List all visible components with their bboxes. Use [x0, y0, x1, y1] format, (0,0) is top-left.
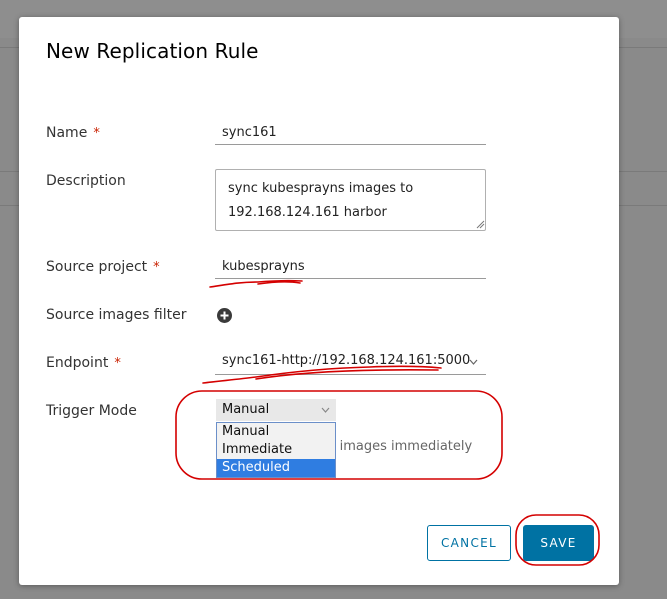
source-project-label: Source project *	[46, 259, 160, 275]
trigger-hint-text: ng images immediately	[319, 439, 473, 454]
source-project-label-text: Source project	[46, 259, 148, 275]
required-mark: *	[153, 260, 160, 275]
trigger-mode-dropdown: Manual Immediate Scheduled	[216, 422, 336, 478]
name-label: Name *	[46, 125, 100, 141]
trigger-option-scheduled[interactable]: Scheduled	[217, 459, 335, 477]
endpoint-value: sync161-http://192.168.124.161:5000	[222, 353, 471, 368]
trigger-option-immediate[interactable]: Immediate	[217, 441, 335, 459]
name-label-text: Name	[46, 125, 88, 141]
chevron-down-icon	[469, 359, 478, 365]
description-textarea[interactable]: sync kubesprayns images to 192.168.124.1…	[215, 169, 486, 231]
trigger-mode-select[interactable]: Manual	[216, 399, 336, 421]
endpoint-label: Endpoint *	[46, 355, 121, 371]
description-label: Description	[46, 173, 126, 189]
trigger-mode-label: Trigger Mode	[46, 403, 137, 419]
save-button[interactable]: SAVE	[523, 525, 594, 561]
dialog-title: New Replication Rule	[46, 39, 259, 63]
cancel-button[interactable]: CANCEL	[427, 525, 511, 561]
chevron-down-icon	[321, 407, 330, 413]
trigger-mode-value: Manual	[222, 402, 270, 417]
replication-rule-dialog: New Replication Rule Name * Description s…	[19, 17, 619, 585]
source-filter-label: Source images filter	[46, 307, 187, 323]
add-filter-icon[interactable]	[217, 308, 232, 323]
resize-grip-icon[interactable]	[476, 220, 485, 229]
endpoint-select[interactable]: sync161-http://192.168.124.161:5000	[215, 350, 486, 375]
trigger-option-manual[interactable]: Manual	[217, 423, 335, 441]
source-project-input[interactable]	[215, 255, 486, 279]
name-input[interactable]	[215, 121, 486, 145]
required-mark: *	[93, 126, 100, 141]
endpoint-label-text: Endpoint	[46, 355, 109, 371]
required-mark: *	[114, 356, 121, 371]
